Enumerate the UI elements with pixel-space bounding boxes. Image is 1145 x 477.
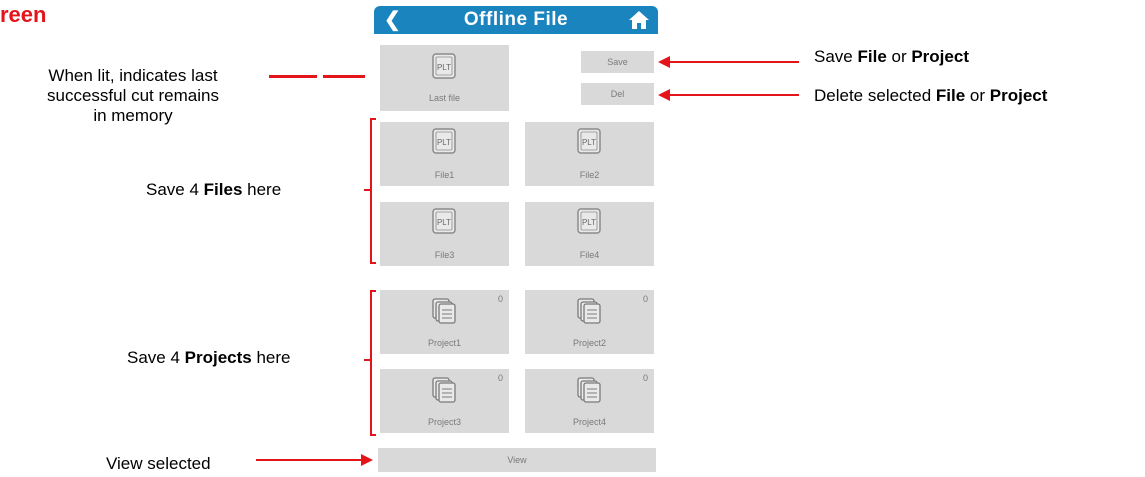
last-file-annotation: When lit, indicates last successful cut … bbox=[8, 66, 258, 126]
project-tile-4[interactable]: 0 Project4 bbox=[525, 369, 654, 433]
project-label: Project1 bbox=[427, 338, 462, 348]
annotation-text: or bbox=[886, 47, 912, 66]
annotation-text: Save 4 bbox=[127, 348, 185, 367]
delete-button[interactable]: Del bbox=[581, 83, 654, 105]
svg-text:PLT: PLT bbox=[582, 218, 596, 227]
plt-file-icon: PLT bbox=[432, 128, 456, 159]
project-tile-2[interactable]: 0 Project2 bbox=[525, 290, 654, 354]
plt-file-icon: PLT bbox=[577, 128, 601, 159]
annotation-line: successful cut remains bbox=[47, 86, 219, 105]
view-annotation: View selected bbox=[106, 454, 211, 473]
project-stack-icon bbox=[432, 377, 456, 408]
annotation-bold: Project bbox=[911, 47, 969, 66]
svg-text:PLT: PLT bbox=[437, 218, 451, 227]
svg-text:PLT: PLT bbox=[437, 63, 451, 72]
annotation-dash bbox=[323, 75, 365, 78]
annotation-bold: File bbox=[857, 47, 887, 66]
project-stack-icon bbox=[577, 298, 601, 329]
project-stack-icon bbox=[432, 298, 456, 329]
projects-bracket bbox=[364, 290, 378, 441]
file-tile-4[interactable]: PLT File4 bbox=[525, 202, 654, 266]
plt-file-icon: PLT bbox=[432, 208, 456, 239]
save-button[interactable]: Save bbox=[581, 51, 654, 73]
home-icon[interactable] bbox=[628, 10, 650, 30]
files-bracket bbox=[364, 118, 378, 269]
annotation-bold: Files bbox=[203, 180, 243, 199]
project-stack-icon bbox=[577, 377, 601, 408]
project-tile-3[interactable]: 0 Project3 bbox=[380, 369, 509, 433]
page-heading: reen bbox=[0, 2, 47, 27]
view-arrow bbox=[256, 453, 374, 472]
file-label: File1 bbox=[434, 170, 455, 180]
project-label: Project4 bbox=[572, 417, 607, 427]
project-tile-1[interactable]: 0 Project1 bbox=[380, 290, 509, 354]
annotation-text: or bbox=[965, 86, 990, 105]
annotation-text: here bbox=[242, 180, 282, 199]
annotation-bold: File bbox=[935, 86, 966, 105]
annotation-line: in memory bbox=[93, 106, 173, 125]
annotation-bold: Projects bbox=[184, 348, 252, 367]
file-tile-2[interactable]: PLT File2 bbox=[525, 122, 654, 186]
title-bar: ❮ Offline File bbox=[374, 6, 658, 34]
project-label: Project3 bbox=[427, 417, 462, 427]
save-arrow bbox=[658, 55, 800, 74]
project-count: 0 bbox=[642, 294, 648, 304]
annotation-text: here bbox=[251, 348, 291, 367]
app-title: Offline File bbox=[463, 9, 569, 30]
project-count: 0 bbox=[642, 373, 648, 383]
svg-text:PLT: PLT bbox=[437, 138, 451, 147]
svg-text:PLT: PLT bbox=[582, 138, 596, 147]
plt-file-icon: PLT bbox=[577, 208, 601, 239]
delete-arrow bbox=[658, 88, 800, 107]
annotation-text: Save 4 bbox=[146, 180, 204, 199]
file-tile-1[interactable]: PLT File1 bbox=[380, 122, 509, 186]
plt-file-icon: PLT bbox=[432, 53, 456, 84]
save-annotation: Save File or Project bbox=[814, 47, 969, 67]
project-count: 0 bbox=[497, 294, 503, 304]
files-annotation: Save 4 Files here bbox=[146, 180, 281, 200]
last-file-label: Last file bbox=[428, 93, 461, 103]
file-label: File3 bbox=[434, 250, 455, 260]
file-label: File4 bbox=[579, 250, 600, 260]
project-count: 0 bbox=[497, 373, 503, 383]
annotation-dash bbox=[269, 75, 317, 78]
annotation-text: Save bbox=[814, 47, 858, 66]
file-tile-3[interactable]: PLT File3 bbox=[380, 202, 509, 266]
file-label: File2 bbox=[579, 170, 600, 180]
annotation-bold: Project bbox=[989, 86, 1048, 105]
project-label: Project2 bbox=[572, 338, 607, 348]
offline-file-screen: ❮ Offline File PLT Last file Save Del PL… bbox=[374, 6, 658, 477]
annotation-line: When lit, indicates last bbox=[48, 66, 218, 85]
annotation-text: Delete selected bbox=[814, 86, 936, 105]
last-file-tile[interactable]: PLT Last file bbox=[380, 45, 509, 111]
projects-annotation: Save 4 Projects here bbox=[127, 348, 291, 368]
view-button[interactable]: View bbox=[378, 448, 656, 472]
delete-annotation: Delete selected File or Project bbox=[814, 86, 1047, 106]
